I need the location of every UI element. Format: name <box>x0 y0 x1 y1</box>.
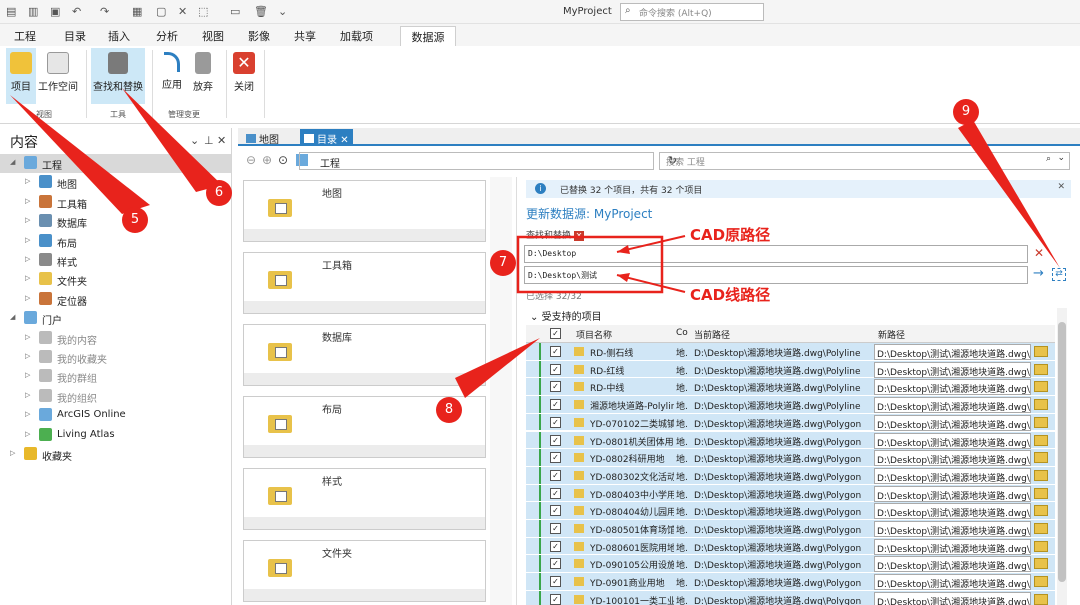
note-cad-new: CAD线路径 <box>690 286 771 304</box>
note-cad-original: CAD原路径 <box>690 226 771 244</box>
marker-5: 5 <box>122 207 148 233</box>
arrow-8 <box>455 338 540 398</box>
arrow-9 <box>958 120 1060 268</box>
arrow-5 <box>10 95 150 214</box>
annotation-box <box>516 235 664 294</box>
annotation-overlay <box>10 88 1060 398</box>
callout-head-original <box>617 245 630 254</box>
marker-7: 7 <box>490 250 516 276</box>
marker-6: 6 <box>206 180 232 206</box>
arrow-6 <box>122 88 222 192</box>
callout-head-new <box>617 273 630 282</box>
marker-9: 9 <box>953 99 979 125</box>
marker-8: 8 <box>436 397 462 423</box>
